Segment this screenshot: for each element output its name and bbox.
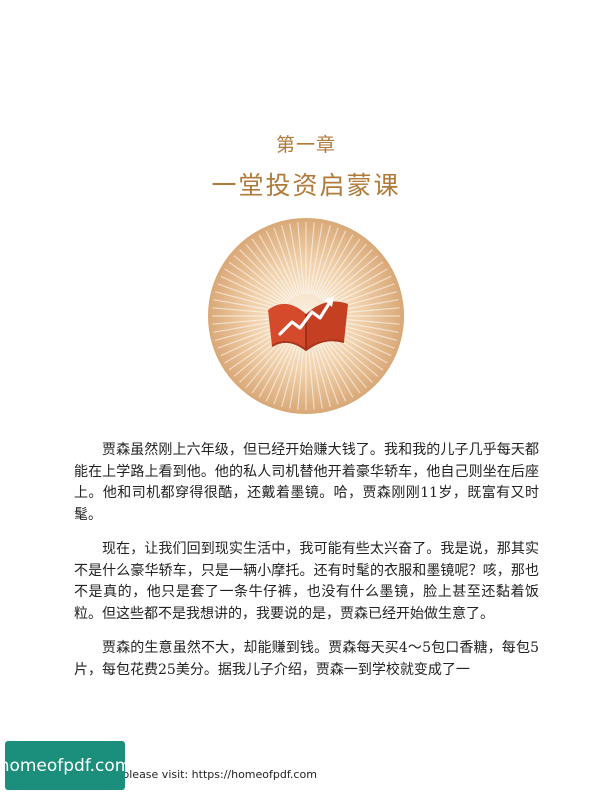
paragraph-2: 现在，让我们回到现实生活中，我可能有些太兴奋了。我是说，那其实不是什么豪华轿车，… bbox=[74, 541, 539, 622]
paragraph-3: 贾森的生意虽然不大，却能赚到钱。贾森每天买4～5包口香糖，每包5片，每包花费25… bbox=[74, 640, 539, 678]
book-with-rising-chart-icon bbox=[208, 218, 404, 414]
chapter-number: 第一章 bbox=[275, 134, 336, 156]
chapter-title: 一堂投资启蒙课 bbox=[211, 171, 401, 200]
body-text: 贾森虽然刚上六年级，但已经开始赚大钱了。我和我的儿子几乎每天都能在上学路上看到他… bbox=[74, 440, 539, 694]
footer-visit-text: e please visit: https://homeofpdf.com bbox=[112, 768, 317, 781]
homeofpdf-badge[interactable]: homeofpdf.com bbox=[0, 741, 131, 790]
paragraph-1: 贾森虽然刚上六年级，但已经开始赚大钱了。我和我的儿子几乎每天都能在上学路上看到他… bbox=[74, 442, 539, 523]
